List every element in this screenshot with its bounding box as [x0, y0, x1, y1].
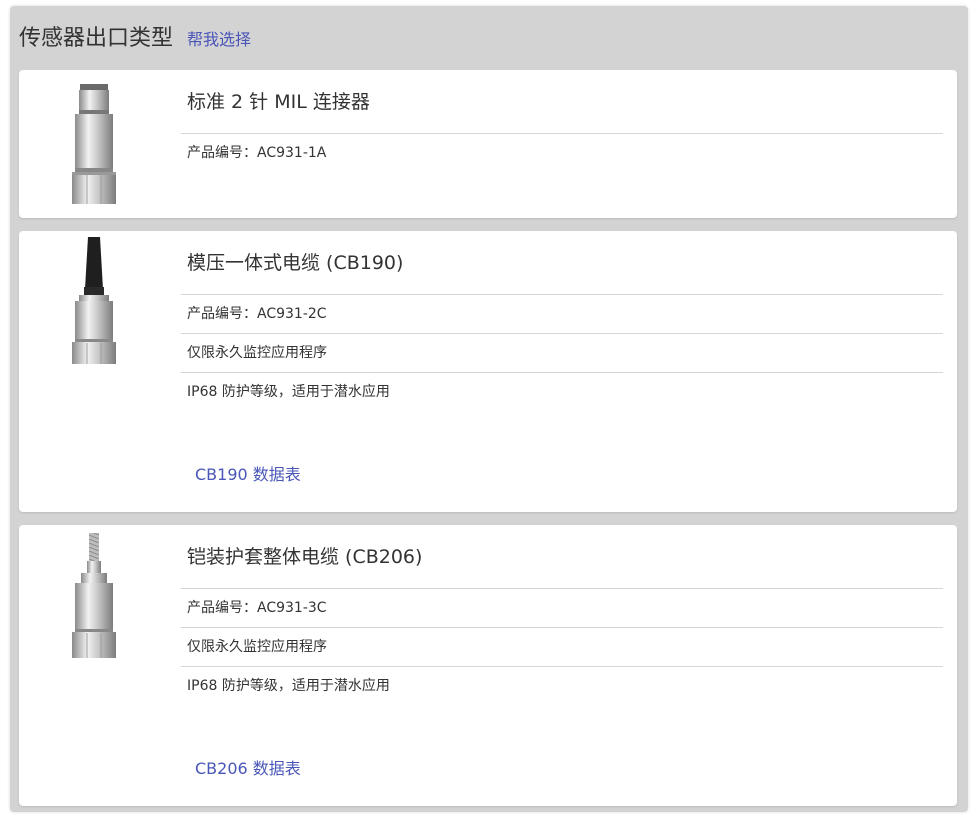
feature-permanent-monitoring: 仅限永久监控应用程序	[181, 334, 943, 373]
cb206-datasheet-link[interactable]: CB206 数据表	[195, 755, 301, 779]
card-title: 铠装护套整体电缆 (CB206)	[181, 525, 943, 589]
product-card-cb190: 模压一体式电缆 (CB190) 产品编号：AC931-2C 仅限永久监控应用程序…	[19, 231, 957, 512]
panel-header: 传感器出口类型 帮我选择	[19, 20, 251, 52]
card-title: 模压一体式电缆 (CB190)	[181, 231, 943, 295]
panel-title: 传感器出口类型	[19, 26, 174, 51]
card-body: 铠装护套整体电缆 (CB206) 产品编号：AC931-3C 仅限永久监控应用程…	[181, 525, 943, 705]
card-body: 标准 2 针 MIL 连接器 产品编号：AC931-1A	[181, 70, 943, 172]
help-me-choose-link[interactable]: 帮我选择	[187, 26, 251, 50]
mil-connector-sensor-image	[72, 84, 116, 204]
product-number: 产品编号：AC931-2C	[181, 295, 943, 334]
feature-ip68: IP68 防护等级，适用于潜水应用	[187, 678, 390, 694]
feature-ip68: IP68 防护等级，适用于潜水应用	[187, 384, 390, 400]
product-number: 产品编号：AC931-1A	[187, 145, 327, 161]
sensor-output-panel: 传感器出口类型 帮我选择 标准 2 针 MIL 连接器 产品编号：AC931-1…	[10, 6, 968, 812]
product-number: 产品编号：AC931-3C	[181, 589, 943, 628]
card-body: 模压一体式电缆 (CB190) 产品编号：AC931-2C 仅限永久监控应用程序…	[181, 231, 943, 411]
cb190-datasheet-link[interactable]: CB190 数据表	[195, 461, 301, 485]
product-card-cb206: 铠装护套整体电缆 (CB206) 产品编号：AC931-3C 仅限永久监控应用程…	[19, 525, 957, 806]
card-title: 标准 2 针 MIL 连接器	[181, 70, 943, 134]
product-card-mil-connector: 标准 2 针 MIL 连接器 产品编号：AC931-1A	[19, 70, 957, 218]
armored-cable-sensor-image	[72, 533, 116, 658]
feature-permanent-monitoring: 仅限永久监控应用程序	[181, 628, 943, 667]
molded-cable-sensor-image	[72, 237, 116, 364]
